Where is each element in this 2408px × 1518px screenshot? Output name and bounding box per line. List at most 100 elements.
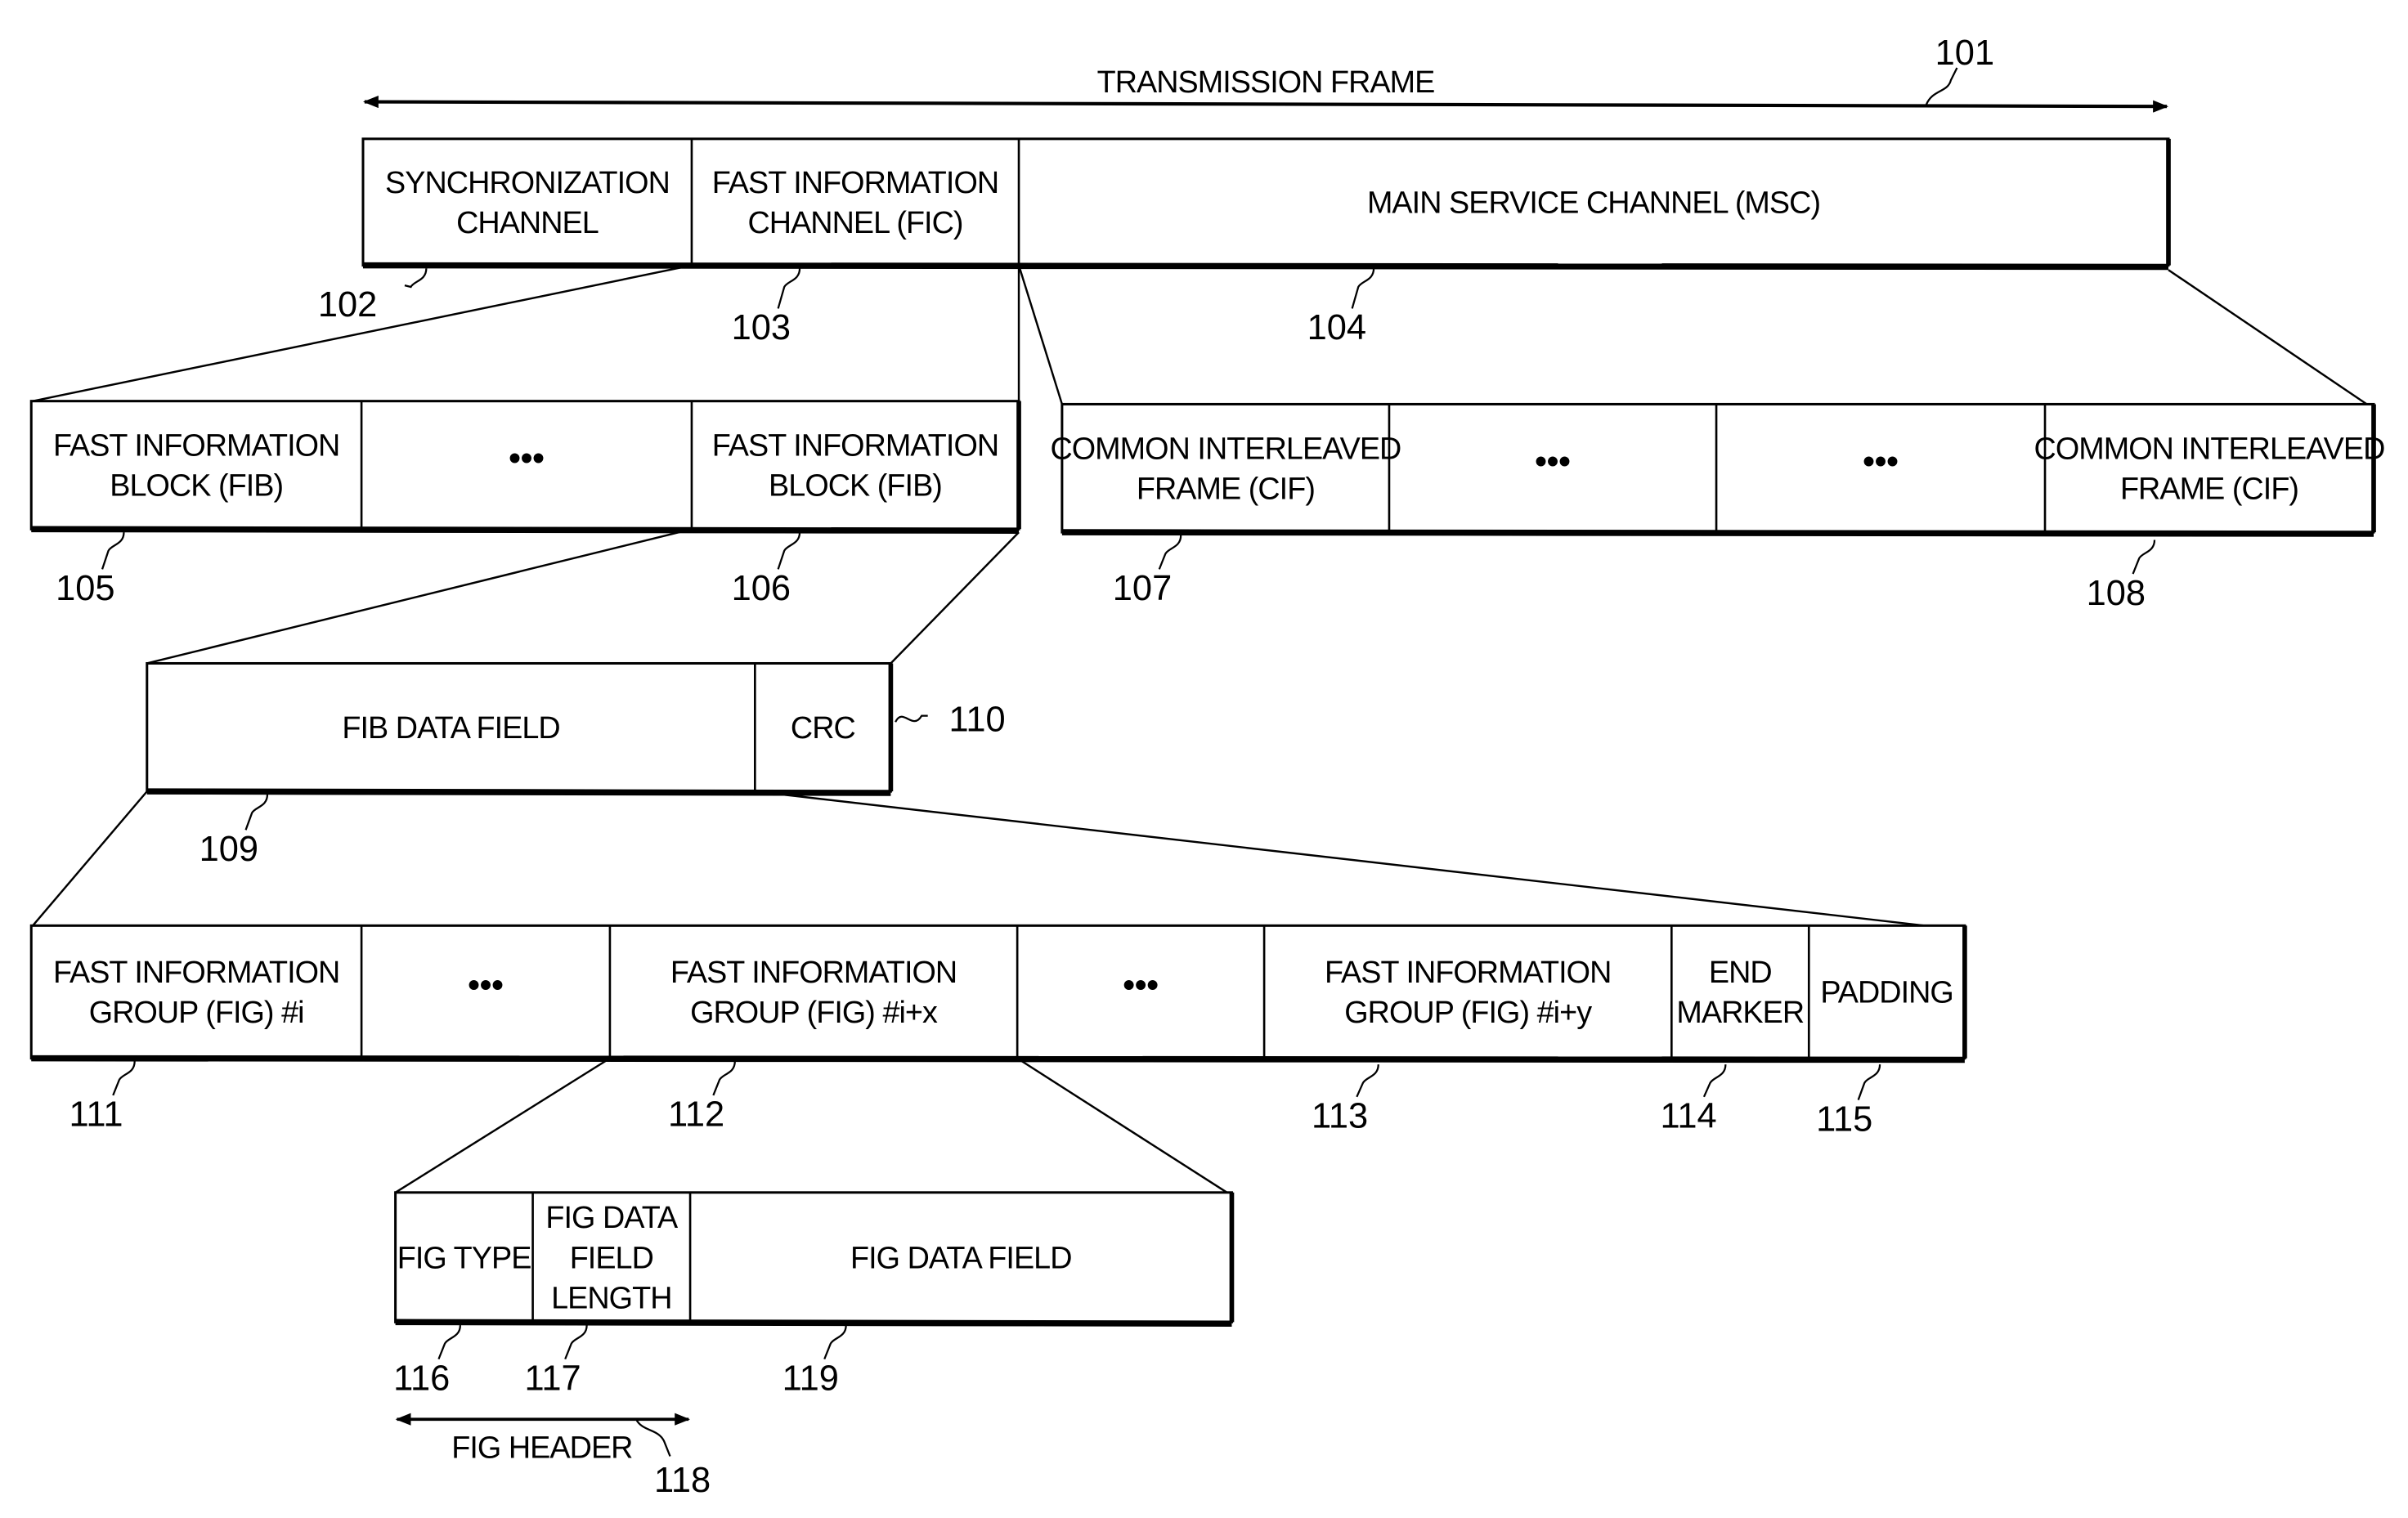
- transmission-frame-arrow: [362, 96, 2168, 113]
- field-label: GROUP (FIG) #i+x: [690, 995, 938, 1029]
- field-cell: PADDING: [1820, 975, 1953, 1010]
- expansion-line: [146, 528, 693, 665]
- field-label: MAIN SERVICE CHANNEL (MSC): [1367, 185, 1820, 219]
- msc-row: COMMON INTERLEAVED FRAME (CIF) ••• ••• COMMO…: [1050, 402, 2385, 613]
- ref-103: 103: [732, 308, 791, 347]
- ref-113: 113: [1312, 1097, 1368, 1136]
- ref-112: 112: [668, 1095, 724, 1135]
- field-cell: FIG TYPE: [397, 1240, 532, 1274]
- fic-row: FAST INFORMATION BLOCK (FIB) ••• FAST INFOR…: [29, 400, 1021, 608]
- field-label: FAST INFORMATION: [670, 955, 957, 989]
- ref-105: 105: [56, 569, 114, 608]
- ref-leader: [712, 1061, 736, 1096]
- field-label: BLOCK (FIB): [110, 468, 283, 503]
- ref-leader: [404, 268, 428, 289]
- ref-leader: [564, 1324, 588, 1360]
- field-label: FIG DATA: [545, 1200, 679, 1234]
- field-label: PADDING: [1820, 975, 1953, 1010]
- expansion-line: [2168, 269, 2374, 410]
- ref-119: 119: [782, 1359, 839, 1398]
- fig-header-label: FIG HEADER: [451, 1430, 632, 1464]
- ref-leader: [1356, 1064, 1379, 1098]
- ref-leader: [244, 794, 269, 831]
- field-label: GROUP (FIG) #i: [89, 995, 304, 1029]
- field-cell: FIB DATA FIELD: [342, 710, 560, 745]
- field-label: LENGTH: [551, 1280, 671, 1314]
- field-cell: FIG DATA FIELD: [850, 1240, 1072, 1274]
- field-label: FAST INFORMATION: [53, 428, 339, 463]
- ref-leader: [823, 1324, 847, 1360]
- ref-109: 109: [200, 830, 258, 869]
- field-label: FIB DATA FIELD: [342, 710, 559, 745]
- expansion-line: [890, 531, 1020, 665]
- field-label: FRAME (CIF): [1137, 472, 1315, 506]
- fig-detail-row: FIG TYPE FIG DATA FIELD LENGTH FIG DATA FIEL…: [393, 1191, 1235, 1398]
- transmission-frame-row: SYNCHRONIZATION CHANNEL FAST INFORMATION CH…: [318, 137, 2171, 347]
- ref-117: 117: [525, 1359, 581, 1398]
- field-label: SYNCHRONIZATION: [385, 165, 670, 199]
- field-cell: •••: [1123, 965, 1159, 1004]
- ref-leader: [777, 531, 801, 570]
- ref-leader: [112, 1061, 136, 1096]
- transmission-frame-span: TRANSMISSION FRAME 101: [362, 34, 2168, 113]
- msc-row-outline: [1061, 402, 2375, 534]
- ref-leader: [1351, 268, 1375, 309]
- fig-row: FAST INFORMATION GROUP (FIG) #i ••• FAST IN…: [29, 924, 1967, 1139]
- ref-leader: [2132, 540, 2156, 575]
- field-label: FAST INFORMATION: [53, 955, 339, 989]
- expansion-line: [394, 1057, 611, 1193]
- field-label: FAST INFORMATION: [712, 165, 998, 199]
- shadow-edge: [395, 1319, 1232, 1327]
- field-label: FIELD: [570, 1240, 653, 1274]
- ellipsis: •••: [509, 439, 545, 477]
- field-label: CRC: [791, 710, 855, 745]
- ellipsis: •••: [1535, 441, 1571, 480]
- ref-116: 116: [393, 1359, 450, 1398]
- ref-111: 111: [70, 1095, 123, 1135]
- field-label: BLOCK (FIB): [769, 468, 942, 503]
- ref-108: 108: [2087, 574, 2146, 613]
- ref-107: 107: [1113, 569, 1172, 608]
- ellipsis: •••: [1123, 965, 1159, 1004]
- ref-114: 114: [1660, 1097, 1716, 1136]
- field-label: CHANNEL (FIC): [747, 205, 962, 240]
- field-cell: •••: [1863, 441, 1899, 480]
- ref-101: 101: [1935, 34, 1994, 73]
- fib-row: FIB DATA FIELD CRC 109 110: [146, 661, 1006, 869]
- ref-leader: [895, 714, 928, 723]
- field-label: FIG TYPE: [397, 1240, 531, 1274]
- shadow-edge: [31, 1055, 1965, 1063]
- expansion-line: [755, 790, 1966, 932]
- field-cell: •••: [468, 965, 504, 1004]
- field-label: COMMON INTERLEAVED: [1050, 431, 1401, 465]
- shadow-edge: [146, 788, 891, 796]
- ref-leader: [777, 268, 801, 309]
- field-label: FAST INFORMATION: [1325, 955, 1611, 989]
- ref-110: 110: [948, 701, 1005, 740]
- ref-leader: [1702, 1064, 1727, 1098]
- shadow-edge: [362, 262, 2169, 271]
- ref-106: 106: [732, 569, 791, 608]
- ref-leader: [1857, 1064, 1881, 1100]
- expansion-line: [32, 790, 148, 927]
- ref-leader: [1158, 535, 1182, 570]
- field-cell: •••: [1535, 441, 1571, 480]
- expansion-line: [1016, 1057, 1233, 1197]
- field-label: FIG DATA FIELD: [850, 1240, 1072, 1274]
- shadow-edge: [1061, 529, 2374, 537]
- field-label: COMMON INTERLEAVED: [2034, 431, 2385, 465]
- field-cell: CRC: [791, 710, 856, 745]
- transmission-frame-row-outline: [361, 137, 2170, 267]
- ref-104: 104: [1307, 308, 1366, 347]
- ref-leader: [437, 1324, 462, 1360]
- fig-header-span: FIG HEADER 118: [395, 1413, 711, 1500]
- expansion-line: [1017, 265, 1064, 405]
- ref-leader: [101, 531, 125, 570]
- field-label: END: [1709, 955, 1772, 989]
- field-label: GROUP (FIG) #i+y: [1344, 995, 1592, 1029]
- transmission-frame-label: TRANSMISSION FRAME: [1097, 65, 1435, 99]
- field-label: CHANNEL: [456, 205, 599, 240]
- field-label: FAST INFORMATION: [712, 428, 998, 463]
- ref-leader-118: [635, 1418, 671, 1457]
- ref-115: 115: [1816, 1099, 1872, 1139]
